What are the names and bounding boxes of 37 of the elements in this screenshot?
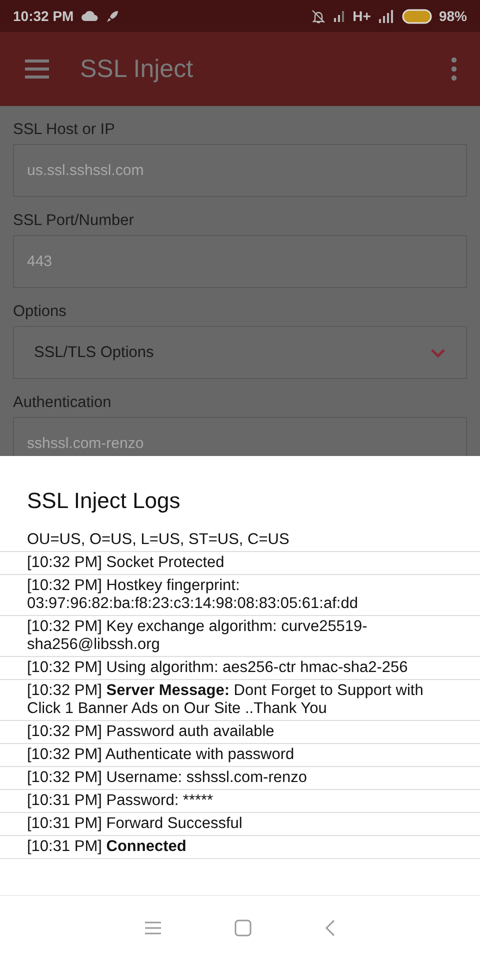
log-entry: [10:32 PM] Using algorithm: aes256-ctr hmac-sha2-256 — [0, 657, 480, 680]
sheet-title: SSL Inject Logs — [27, 488, 180, 514]
log-entry: [10:31 PM] Password: ***** — [0, 790, 480, 813]
log-entry: [10:32 PM] Server Message: Dont Forget to Support with Click 1 Banner Ads on Our Site ..Thank You — [0, 680, 480, 721]
log-entry: [10:32 PM] Username: sshssl.com-renzo — [0, 767, 480, 790]
status-time: 10:32 PM — [13, 8, 74, 24]
field-label: SSL Port/Number — [13, 211, 134, 231]
field-label: Options — [13, 302, 66, 322]
home-icon[interactable] — [234, 919, 252, 937]
log-entry: [10:32 PM] Password auth available — [0, 721, 480, 744]
chevron-down-icon — [430, 348, 446, 358]
input-field[interactable]: us.ssl.sshssl.com — [13, 144, 467, 197]
bell-muted-icon — [310, 8, 326, 24]
back-icon[interactable] — [324, 919, 336, 937]
field-label: SSL Host or IP — [13, 120, 115, 140]
log-entry: [10:32 PM] Socket Protected — [0, 552, 480, 575]
cloud-icon — [80, 10, 99, 22]
input-field[interactable]: sshssl.com-renzo — [13, 417, 467, 456]
menu-icon[interactable] — [24, 59, 50, 79]
battery-icon — [402, 8, 432, 24]
signal-icon — [332, 10, 346, 22]
rocket-icon — [106, 10, 119, 22]
more-options-icon[interactable] — [450, 57, 458, 81]
input-field[interactable]: 443 — [13, 235, 467, 288]
battery-level: 98% — [438, 8, 467, 24]
signal-icon — [378, 10, 395, 22]
network-type: H+ — [352, 8, 371, 24]
log-entry: OU=US, O=US, L=US, ST=US, C=US — [0, 529, 480, 552]
menu-icon[interactable] — [144, 921, 162, 935]
log-entry: [10:32 PM] Authenticate with password — [0, 744, 480, 767]
log-entry: [10:32 PM] Hostkey fingerprint: 03:97:96:82:ba:f8:23:c3:14:98:08:83:05:61:af:dd — [0, 575, 480, 616]
log-entry: [10:31 PM] Connected — [26, 837, 188, 857]
log-entry: [10:32 PM] Key exchange algorithm: curve25519-sha256@libssh.org — [0, 616, 480, 657]
log-entry: [10:31 PM] Forward Successful — [0, 813, 480, 836]
field-label: Authentication — [13, 393, 112, 413]
dropdown[interactable]: SSL/TLS Options — [13, 326, 467, 379]
app-title: SSL Inject — [80, 54, 194, 84]
